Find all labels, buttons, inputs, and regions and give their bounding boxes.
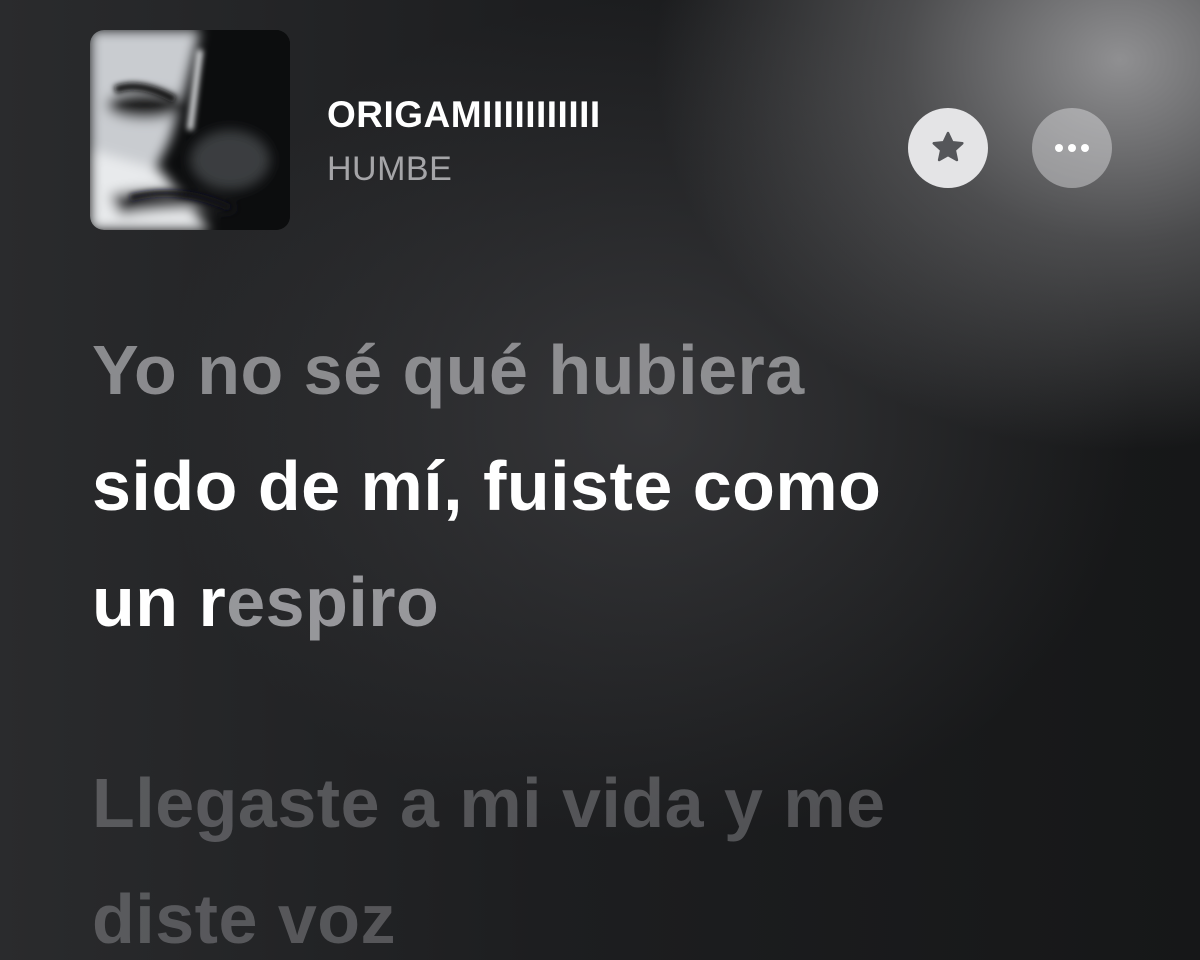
lyric-unsung-portion: espiro <box>226 563 440 641</box>
favorite-button[interactable] <box>908 108 988 188</box>
stanza-gap <box>92 660 1152 745</box>
lyric-line-upcoming[interactable]: diste voz <box>92 861 1152 960</box>
lyric-line-current[interactable]: un respiro <box>92 544 1152 660</box>
more-options-button[interactable] <box>1032 108 1112 188</box>
album-artwork[interactable] <box>90 30 290 230</box>
lyric-sung-portion: un r <box>92 563 227 641</box>
lyrics-view: Yo no sé qué hubiera sido de mí, fuiste … <box>92 312 1152 960</box>
star-icon <box>932 131 964 162</box>
song-artist[interactable]: HUMBE <box>327 150 452 189</box>
lyric-line[interactable]: Yo no sé qué hubiera <box>92 312 1152 428</box>
lyric-line-active[interactable]: sido de mí, fuiste como <box>92 428 1152 544</box>
lyric-line-upcoming[interactable]: Llegaste a mi vida y me <box>92 745 1152 861</box>
album-artwork-face <box>90 30 290 230</box>
ellipsis-icon <box>1055 144 1089 152</box>
song-title[interactable]: ORIGAMIIIIIIIIIII <box>327 94 601 136</box>
now-playing-header: ORIGAMIIIIIIIIIII HUMBE <box>90 30 1120 230</box>
